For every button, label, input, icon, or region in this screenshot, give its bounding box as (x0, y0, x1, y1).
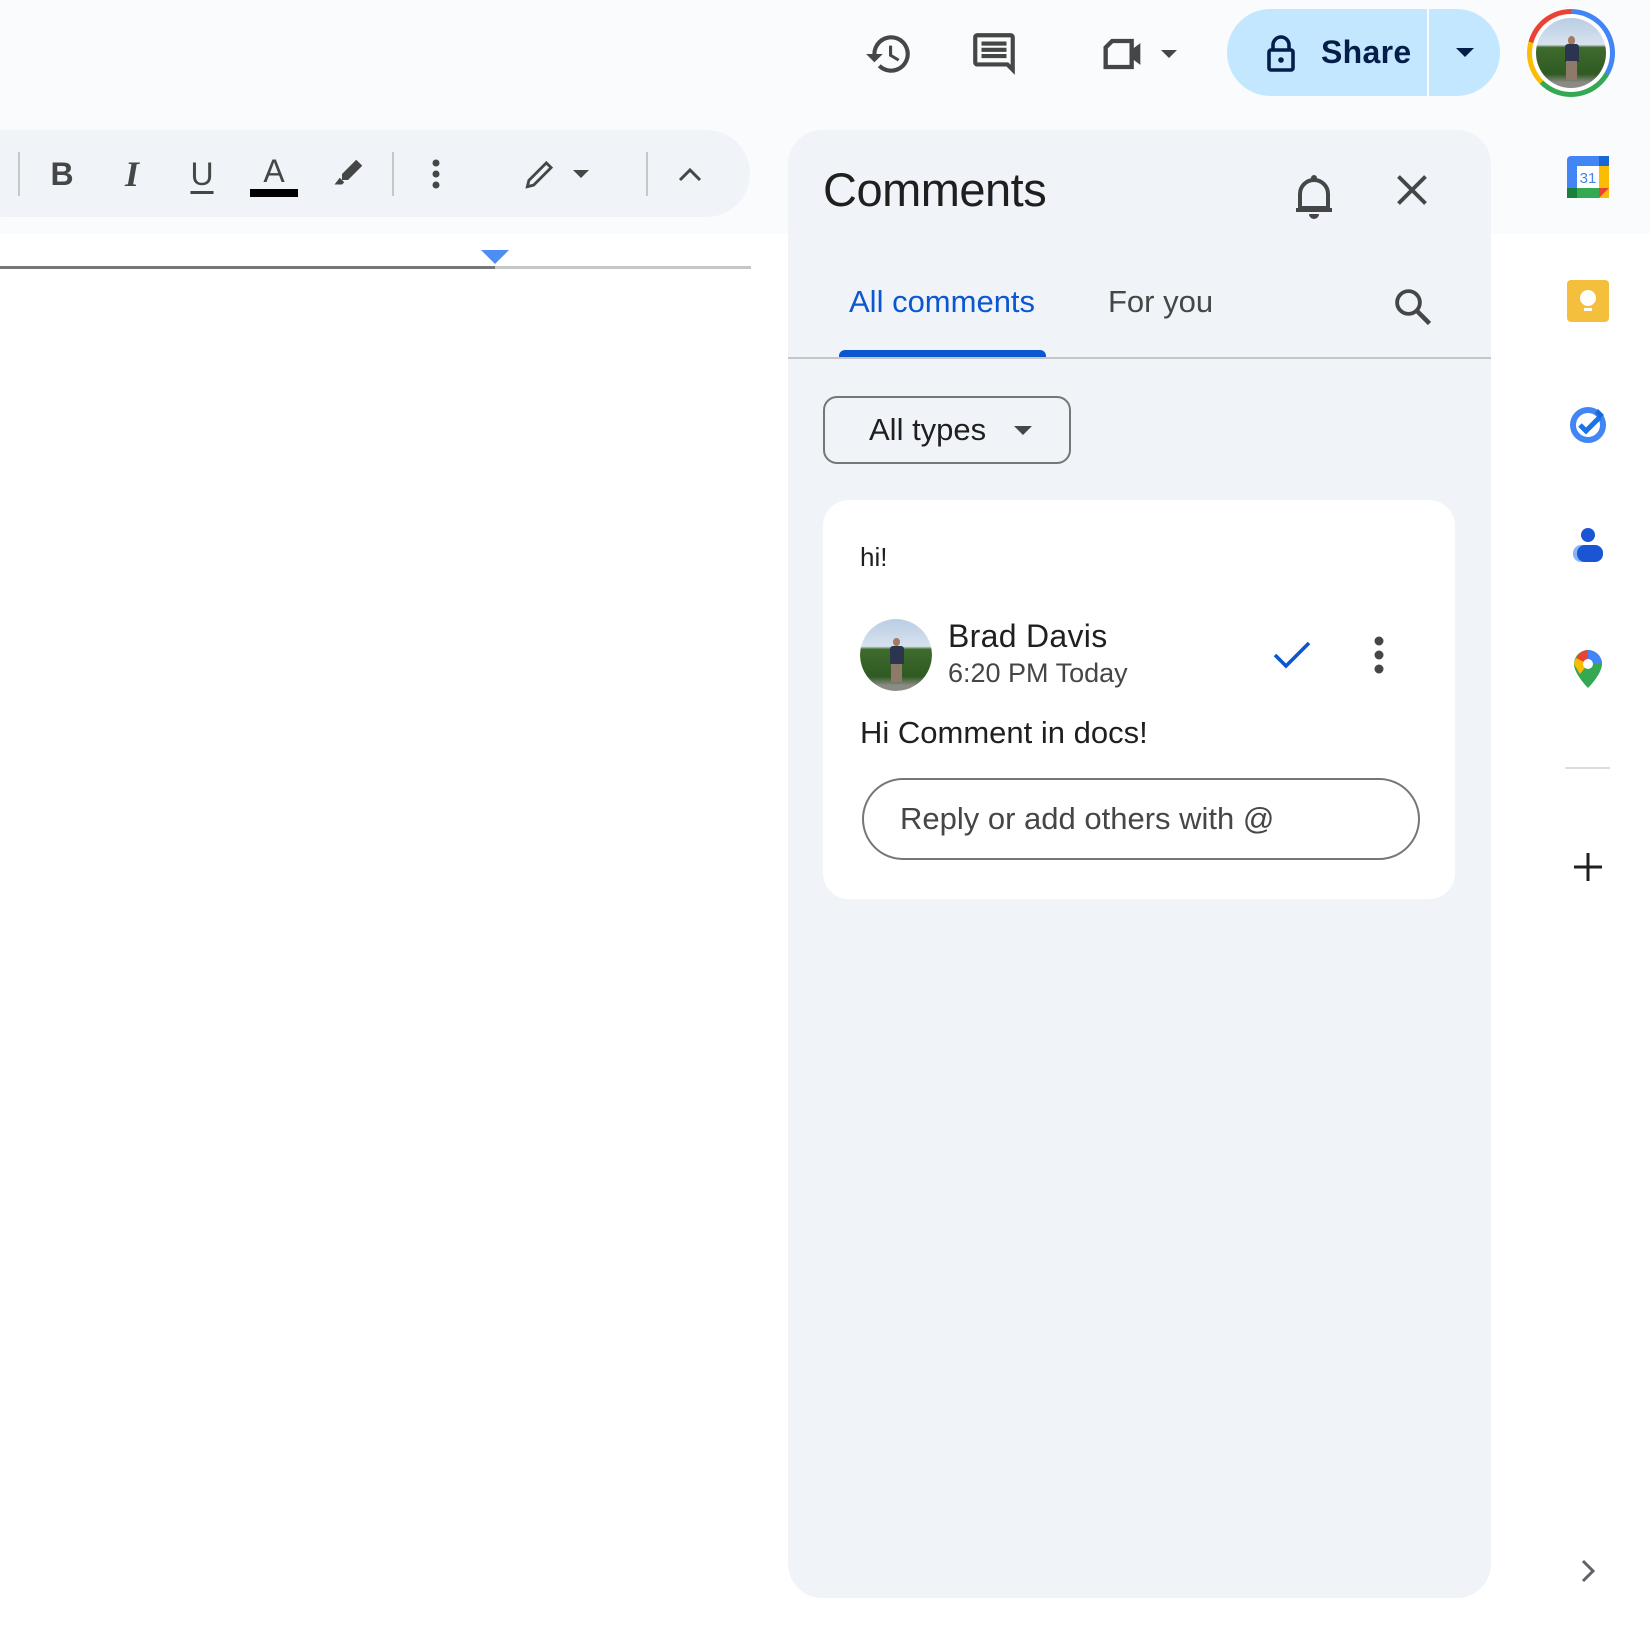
bell-icon (1296, 175, 1332, 219)
filter-selected-value: All types (869, 412, 987, 447)
comment-body: Hi Comment in docs! (860, 715, 1148, 750)
comment-type-filter[interactable]: All types (823, 396, 1071, 464)
maps-icon (1574, 650, 1602, 688)
italic-button[interactable]: I (108, 130, 156, 217)
share-label: Share (1321, 34, 1412, 70)
tasks-app-button[interactable] (1565, 400, 1611, 446)
lock-icon (1267, 34, 1295, 72)
maps-app-button[interactable] (1565, 646, 1611, 692)
active-tab-indicator (839, 350, 1046, 357)
caret-down-icon (1014, 425, 1033, 435)
calendar-date: 31 (1580, 170, 1597, 187)
comment-more-button[interactable] (1347, 623, 1411, 687)
more-tools-button[interactable] (412, 130, 460, 217)
close-panel-button[interactable] (1380, 158, 1444, 222)
toolbar-separator (18, 152, 20, 196)
account-button[interactable] (1527, 9, 1615, 97)
search-icon (1395, 289, 1432, 326)
toolbar-separator (646, 152, 648, 196)
caret-down-icon (1161, 50, 1177, 58)
share-dropdown-button[interactable] (1429, 9, 1500, 96)
check-icon (1273, 641, 1311, 669)
contacts-icon (1573, 528, 1603, 562)
ruler-indent-marker[interactable] (481, 250, 509, 264)
tasks-icon (1570, 407, 1606, 443)
panel-title: Comments (823, 163, 1047, 216)
share-button-group: Share (1227, 9, 1500, 96)
text-color-icon: A (263, 152, 285, 189)
side-panel-divider (1565, 767, 1610, 769)
text-color-swatch (250, 188, 298, 197)
caret-down-icon (1455, 48, 1474, 57)
comment-timestamp: 6:20 PM Today (948, 658, 1128, 688)
search-comments-button[interactable] (1380, 274, 1444, 338)
comment-history-icon (973, 33, 1015, 75)
ruler-filled (0, 266, 495, 269)
pencil-icon (525, 160, 554, 189)
version-history-button[interactable] (857, 22, 921, 86)
comment-thread-card[interactable]: hi! Brad Davis 6:20 PM Today Hi Comment … (823, 500, 1455, 899)
plus-icon (1574, 853, 1602, 881)
text-color-button[interactable]: A (247, 130, 301, 217)
underline-icon: U (190, 155, 214, 192)
italic-icon: I (124, 153, 139, 194)
account-avatar (1536, 18, 1606, 88)
more-vertical-icon (1374, 636, 1384, 674)
hide-menus-button[interactable] (666, 130, 714, 217)
bold-button[interactable]: B (38, 130, 86, 217)
bold-icon: B (50, 155, 74, 192)
meet-button[interactable] (1082, 22, 1192, 86)
highlight-button[interactable] (322, 130, 374, 217)
ruler-track (495, 266, 751, 269)
calendar-icon: 31 (1567, 156, 1609, 198)
toolbar-separator (392, 152, 394, 196)
reply-input[interactable] (862, 778, 1420, 860)
more-vertical-icon (432, 159, 440, 188)
comment-history-button[interactable] (962, 22, 1026, 86)
keep-icon (1567, 280, 1609, 322)
author-avatar (860, 619, 932, 691)
chevron-up-icon (678, 167, 702, 181)
meet-video-icon (1103, 38, 1141, 70)
editing-mode-button[interactable] (510, 130, 600, 217)
caret-down-icon (573, 169, 589, 178)
share-button[interactable]: Share (1227, 9, 1427, 96)
tab-for-you[interactable]: For you (1108, 284, 1213, 320)
highlighter-icon (334, 159, 363, 184)
contacts-app-button[interactable] (1565, 523, 1611, 569)
chevron-right-icon (1581, 1559, 1596, 1583)
tab-divider (788, 357, 1491, 359)
underline-button[interactable]: U (178, 130, 226, 217)
get-addons-button[interactable] (1565, 844, 1611, 890)
notifications-button[interactable] (1282, 164, 1346, 228)
version-history-icon (866, 35, 910, 73)
tab-all-comments[interactable]: All comments (849, 284, 1035, 320)
resolve-button[interactable] (1260, 623, 1324, 687)
expand-side-panel-button[interactable] (1565, 1548, 1611, 1594)
close-icon (1397, 175, 1427, 205)
quoted-text: hi! (860, 542, 888, 572)
calendar-app-button[interactable]: 31 (1565, 154, 1611, 200)
keep-app-button[interactable] (1565, 278, 1611, 324)
comment-author: Brad Davis (948, 618, 1108, 654)
